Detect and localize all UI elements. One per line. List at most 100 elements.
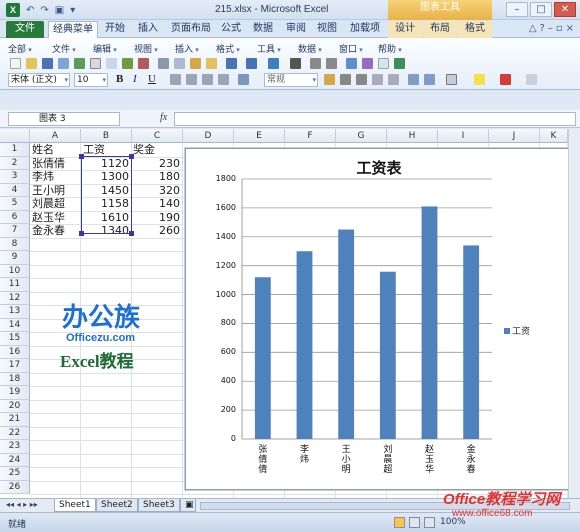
research-icon[interactable]: [138, 58, 149, 69]
row-header[interactable]: 20: [0, 399, 30, 413]
sheet-tab-1[interactable]: Sheet1: [54, 499, 96, 512]
sheet-tab-2[interactable]: Sheet2: [96, 499, 138, 512]
drawing-icon[interactable]: [362, 58, 373, 69]
chart-area[interactable]: 工资表 工资 0 200 400 600 800 1000 1200 1400 1600 1800…: [185, 148, 573, 490]
decrease-decimal-icon[interactable]: [388, 74, 399, 85]
column-header[interactable]: A: [30, 129, 81, 143]
tab-view[interactable]: 视图: [314, 21, 340, 38]
row-header[interactable]: 8: [0, 237, 30, 251]
borders-icon[interactable]: [446, 74, 457, 85]
cell-bonus[interactable]: 190: [132, 211, 180, 224]
cell-bonus[interactable]: 140: [132, 197, 180, 210]
column-header[interactable]: K: [540, 129, 568, 143]
cell-bonus[interactable]: 320: [132, 184, 180, 197]
align-center-icon[interactable]: [186, 74, 197, 85]
range-handle[interactable]: [79, 154, 84, 159]
align-left-icon[interactable]: [170, 74, 181, 85]
row-header[interactable]: 15: [0, 332, 30, 346]
normal-view-icon[interactable]: [394, 517, 405, 528]
merge-center-icon[interactable]: [238, 74, 249, 85]
undo-toolbar-icon[interactable]: [226, 58, 237, 69]
select-all-corner[interactable]: [0, 129, 30, 143]
row-header[interactable]: 11: [0, 278, 30, 292]
sort-descending-icon[interactable]: [326, 58, 337, 69]
row-header[interactable]: 9: [0, 251, 30, 265]
formula-input[interactable]: [174, 112, 576, 126]
tab-layout[interactable]: 布局: [423, 21, 457, 38]
menu-help[interactable]: 帮助: [378, 42, 402, 55]
range-handle[interactable]: [79, 231, 84, 236]
bar[interactable]: [379, 271, 396, 439]
cell-name[interactable]: 王小明: [32, 184, 65, 197]
help-icon[interactable]: ?: [540, 23, 545, 34]
bar[interactable]: [421, 206, 438, 439]
row-header[interactable]: 7: [0, 224, 30, 238]
autosum-icon[interactable]: [290, 58, 301, 69]
window-minimize-icon[interactable]: –: [548, 23, 553, 34]
percent-icon[interactable]: [340, 74, 351, 85]
column-header[interactable]: J: [489, 129, 540, 143]
column-header[interactable]: E: [234, 129, 285, 143]
underline-button[interactable]: U: [148, 73, 156, 85]
range-handle[interactable]: [129, 231, 134, 236]
cell-bonus[interactable]: 260: [132, 224, 180, 237]
fill-color-icon[interactable]: [474, 74, 485, 85]
print-preview-icon[interactable]: [106, 58, 117, 69]
column-header[interactable]: G: [336, 129, 387, 143]
help-toolbar-icon[interactable]: [394, 58, 405, 69]
bar[interactable]: [338, 229, 355, 439]
font-size-select[interactable]: 10: [74, 73, 108, 87]
format-painter-icon[interactable]: [206, 58, 217, 69]
menu-tools[interactable]: 工具: [257, 42, 281, 55]
font-name-select[interactable]: 宋体 (正文): [8, 73, 70, 87]
menu-view[interactable]: 视图: [134, 42, 158, 55]
sheet-tab-3[interactable]: Sheet3: [138, 499, 180, 512]
comma-style-icon[interactable]: [356, 74, 367, 85]
range-handle[interactable]: [129, 154, 134, 159]
menu-all[interactable]: 全部: [8, 42, 32, 55]
bar[interactable]: [296, 251, 313, 439]
tab-file[interactable]: 文件: [6, 21, 44, 38]
decrease-indent-icon[interactable]: [408, 74, 419, 85]
row-header[interactable]: 18: [0, 372, 30, 386]
row-header[interactable]: 25: [0, 467, 30, 481]
sort-ascending-icon[interactable]: [310, 58, 321, 69]
column-header[interactable]: F: [285, 129, 336, 143]
page-break-view-icon[interactable]: [424, 517, 435, 528]
currency-icon[interactable]: [324, 74, 335, 85]
tab-design[interactable]: 设计: [388, 21, 422, 38]
menu-file[interactable]: 文件: [52, 42, 76, 55]
redo-toolbar-icon[interactable]: [246, 58, 257, 69]
row-header[interactable]: 5: [0, 197, 30, 211]
cell-name[interactable]: 赵玉华: [32, 211, 65, 224]
row-header[interactable]: 4: [0, 183, 30, 197]
menu-edit[interactable]: 编辑: [93, 42, 117, 55]
menu-insert[interactable]: 插入: [175, 42, 199, 55]
open-icon[interactable]: [26, 58, 37, 69]
cell-name[interactable]: 刘晨超: [32, 197, 65, 210]
copy-icon[interactable]: [174, 58, 185, 69]
row-header[interactable]: 13: [0, 305, 30, 319]
save-icon[interactable]: ▣: [55, 5, 64, 16]
menu-window[interactable]: 窗口: [339, 42, 363, 55]
tab-classic-menu[interactable]: 经典菜单: [48, 21, 98, 38]
chart-legend[interactable]: 工资: [504, 324, 530, 337]
column-header[interactable]: B: [81, 129, 132, 143]
menu-data[interactable]: 数据: [298, 42, 322, 55]
row-header[interactable]: 26: [0, 480, 30, 494]
cell-bonus[interactable]: 230: [132, 157, 180, 170]
chart-wizard-icon[interactable]: [346, 58, 357, 69]
tab-format[interactable]: 格式: [458, 21, 492, 38]
number-format-select[interactable]: 常规: [264, 73, 318, 87]
ribbon-minimize-icon[interactable]: △: [529, 23, 537, 34]
row-header[interactable]: 1: [0, 143, 30, 157]
tab-formulas[interactable]: 公式: [218, 21, 244, 38]
row-header[interactable]: 19: [0, 386, 30, 400]
tab-insert[interactable]: 插入: [133, 21, 163, 38]
cell-a1[interactable]: 姓名: [32, 143, 54, 156]
increase-decimal-icon[interactable]: [372, 74, 383, 85]
row-header[interactable]: 12: [0, 291, 30, 305]
row-header[interactable]: 22: [0, 426, 30, 440]
row-header[interactable]: 6: [0, 210, 30, 224]
hyperlink-icon[interactable]: [268, 58, 279, 69]
